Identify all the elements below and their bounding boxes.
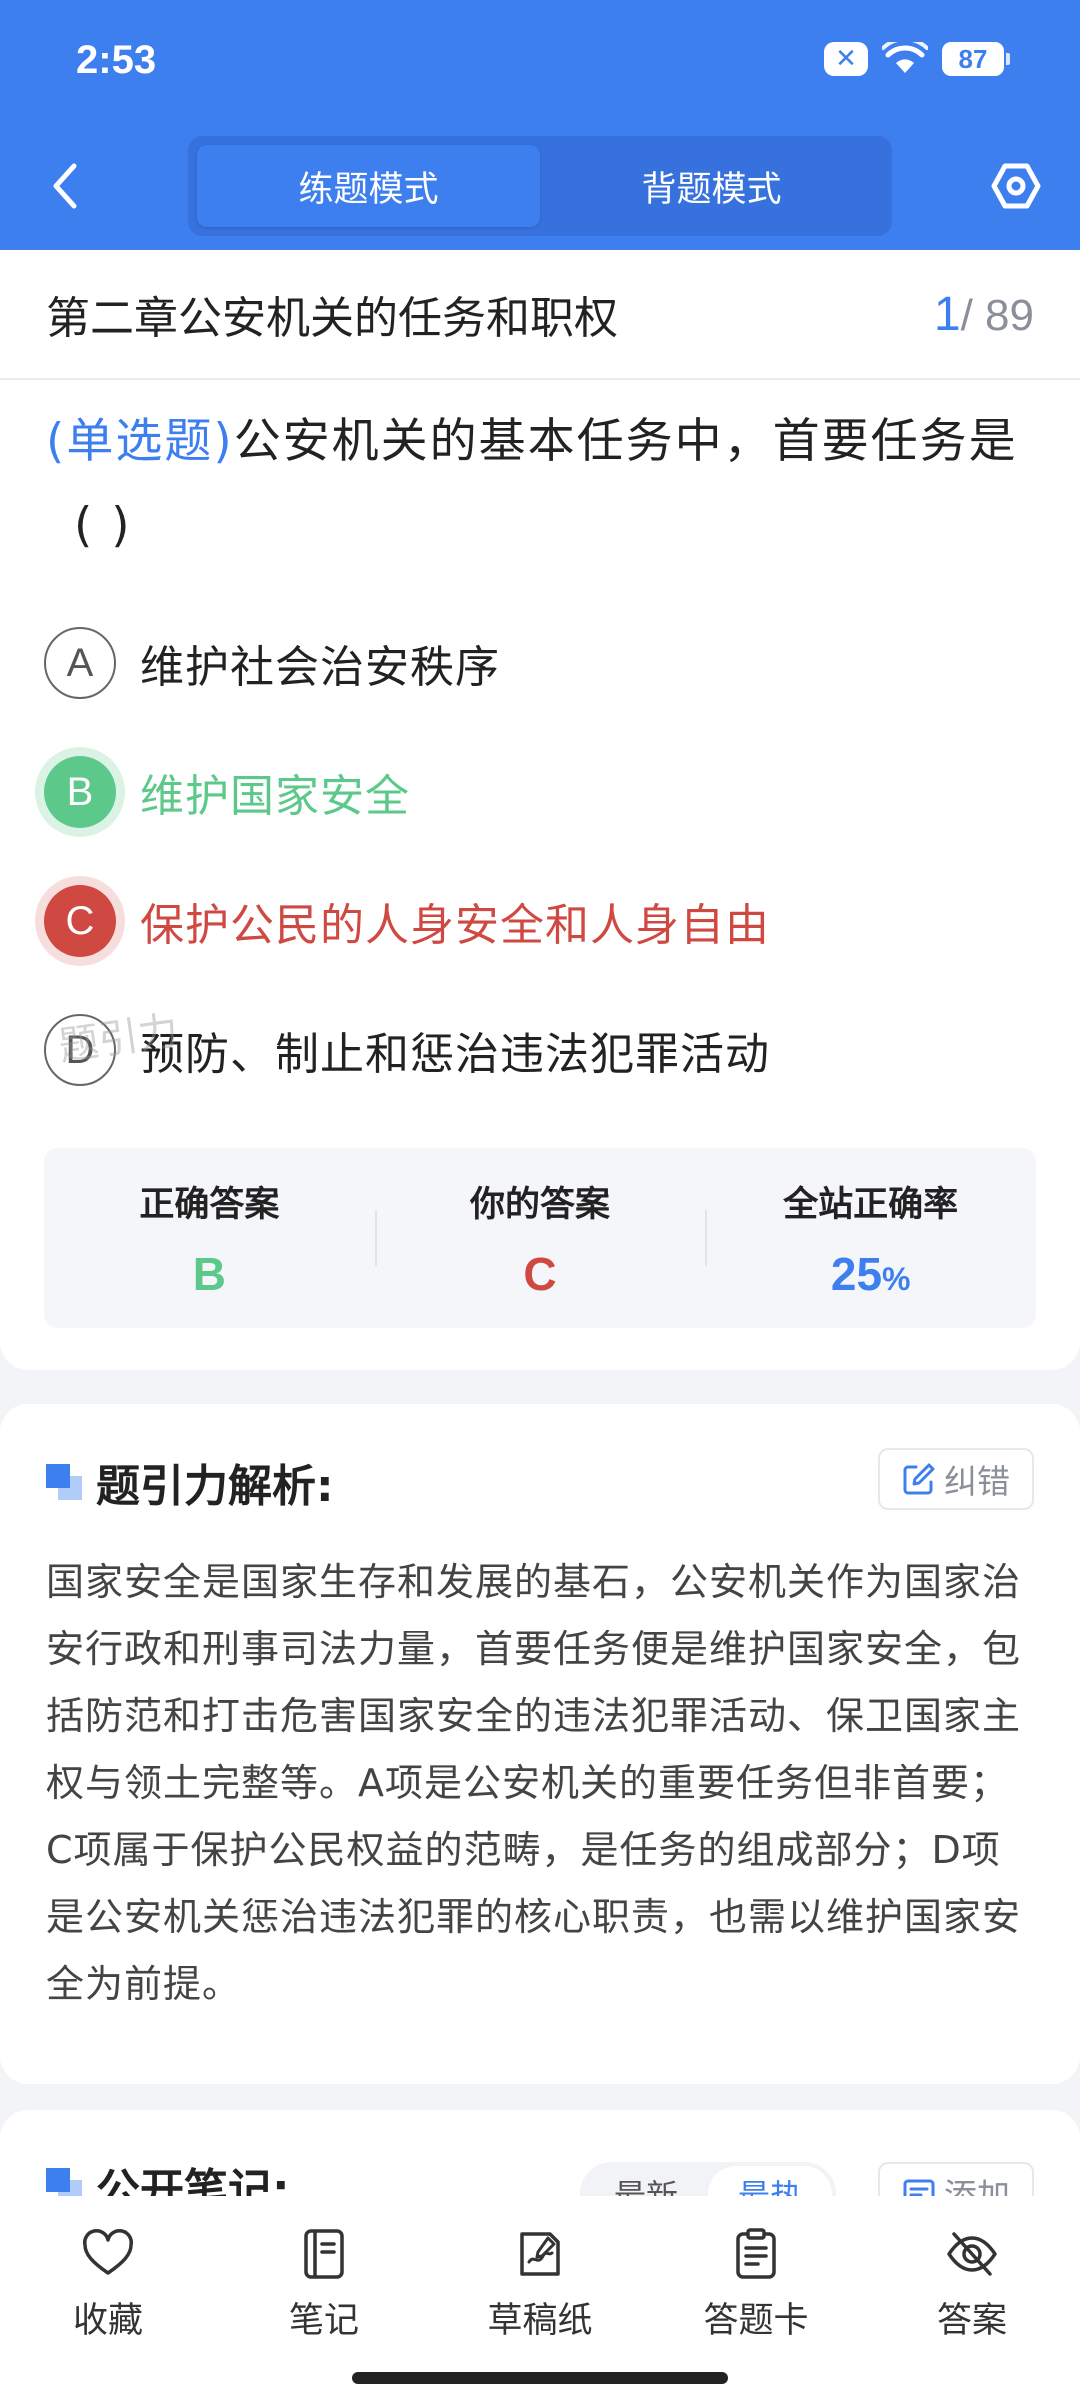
nav-answer[interactable]: 答案 xyxy=(864,2226,1080,2343)
nav-draft[interactable]: 草稿纸 xyxy=(432,2226,648,2343)
heart-icon xyxy=(82,2229,134,2275)
home-indicator xyxy=(352,2372,728,2384)
accuracy-value: 25% xyxy=(831,1247,911,1301)
chevron-left-icon xyxy=(53,163,77,209)
accuracy-stat: 全站正确率 25% xyxy=(705,1148,1036,1328)
analysis-text: 国家安全是国家生存和发展的基石，公安机关作为国家治安行政和刑事司法力量，首要任务… xyxy=(46,1560,1022,2006)
mode-switch: 练题模式 背题模式 xyxy=(188,136,892,236)
analysis-header: 题引力解析: xyxy=(46,1450,334,1514)
report-error-label: 纠错 xyxy=(944,1462,1010,1501)
answer-stats: 正确答案 B 你的答案 C 全站正确率 25% xyxy=(44,1148,1036,1328)
analysis-title: 题引力解析: xyxy=(96,1461,334,1512)
option-c[interactable]: C 保护公民的人身安全和人身自由 xyxy=(44,883,770,959)
question-card: 第二章公安机关的任务和职权 1/ 89 (单选题)公安机关的基本任务中，首要任务… xyxy=(0,250,1080,1370)
nav-favorite[interactable]: 收藏 xyxy=(0,2226,216,2343)
nav-notes[interactable]: 笔记 xyxy=(216,2226,432,2343)
question-text: 公安机关的基本任务中，首要任务是 xyxy=(233,414,1018,469)
nav-favorite-label: 收藏 xyxy=(72,2301,143,2341)
accuracy-unit: % xyxy=(882,1260,911,1297)
status-time: 2:53 xyxy=(76,38,157,82)
nav-answer-sheet-label: 答题卡 xyxy=(703,2301,809,2341)
option-d-text: 预防、制止和惩治违法犯罪活动 xyxy=(140,1029,770,1080)
option-b-text: 维护国家安全 xyxy=(140,771,410,822)
question-counter: 1/ 89 xyxy=(934,287,1034,342)
status-icons: ✕ 87 xyxy=(824,42,1010,76)
battery-icon: 87 xyxy=(942,42,1010,76)
nav-answer-sheet[interactable]: 答题卡 xyxy=(648,2226,864,2343)
option-c-letter: C xyxy=(44,885,116,957)
dnd-icon: ✕ xyxy=(824,42,868,76)
top-header: 2:53 ✕ 87 练题模式 背题模式 xyxy=(0,0,1080,250)
option-a-text: 维护社会治安秩序 xyxy=(140,642,500,693)
option-a-letter: A xyxy=(44,627,116,699)
chapter-row: 第二章公安机关的任务和职权 1/ 89 xyxy=(0,250,1080,380)
nav-answer-label: 答案 xyxy=(936,2301,1007,2341)
chapter-title: 第二章公安机关的任务和职权 xyxy=(46,293,618,344)
tab-recite-mode[interactable]: 背题模式 xyxy=(540,145,883,227)
question-stem: (单选题)公安机关的基本任务中，首要任务是 ( ) xyxy=(46,400,1036,568)
your-answer-label: 你的答案 xyxy=(470,1184,611,1225)
bottom-toolbar: 收藏 笔记 草稿纸 答题卡 答案 xyxy=(0,2196,1080,2400)
total-questions: / 89 xyxy=(960,290,1034,340)
analysis-card: 题引力解析: 纠错 国家安全是国家生存和发展的基石，公安机关作为国家治安行政和刑… xyxy=(0,1404,1080,2084)
option-b-letter: B xyxy=(44,756,116,828)
wifi-icon xyxy=(882,42,928,73)
option-a[interactable]: A 维护社会治安秩序 xyxy=(44,625,500,701)
settings-hexagon-icon xyxy=(991,163,1041,209)
report-error-button[interactable]: 纠错 xyxy=(878,1448,1034,1510)
draft-icon xyxy=(520,2232,560,2276)
your-answer-stat: 你的答案 C xyxy=(374,1148,706,1328)
option-b[interactable]: B 维护国家安全 xyxy=(44,754,410,830)
settings-button[interactable] xyxy=(988,158,1044,214)
nav-draft-label: 草稿纸 xyxy=(487,2301,593,2341)
tab-practice-mode[interactable]: 练题模式 xyxy=(197,145,540,227)
question-blank: ( ) xyxy=(74,498,132,553)
current-question-number: 1 xyxy=(933,287,961,341)
accuracy-number: 25 xyxy=(830,1247,883,1300)
notebook-icon xyxy=(304,2229,344,2279)
correct-answer-stat: 正确答案 B xyxy=(44,1148,375,1328)
question-type: (单选题) xyxy=(46,414,234,469)
eye-off-icon xyxy=(947,2232,997,2276)
your-answer-value: C xyxy=(523,1247,557,1300)
option-c-text: 保护公民的人身安全和人身自由 xyxy=(140,900,770,951)
accuracy-label: 全站正确率 xyxy=(783,1184,959,1225)
edit-icon xyxy=(903,1463,935,1495)
answer-sheet-icon xyxy=(736,2228,776,2279)
correct-answer-label: 正确答案 xyxy=(139,1184,280,1225)
back-button[interactable] xyxy=(40,158,90,214)
correct-answer-value: B xyxy=(192,1247,226,1300)
nav-notes-label: 笔记 xyxy=(288,2301,359,2341)
section-square-icon xyxy=(46,1464,82,1500)
